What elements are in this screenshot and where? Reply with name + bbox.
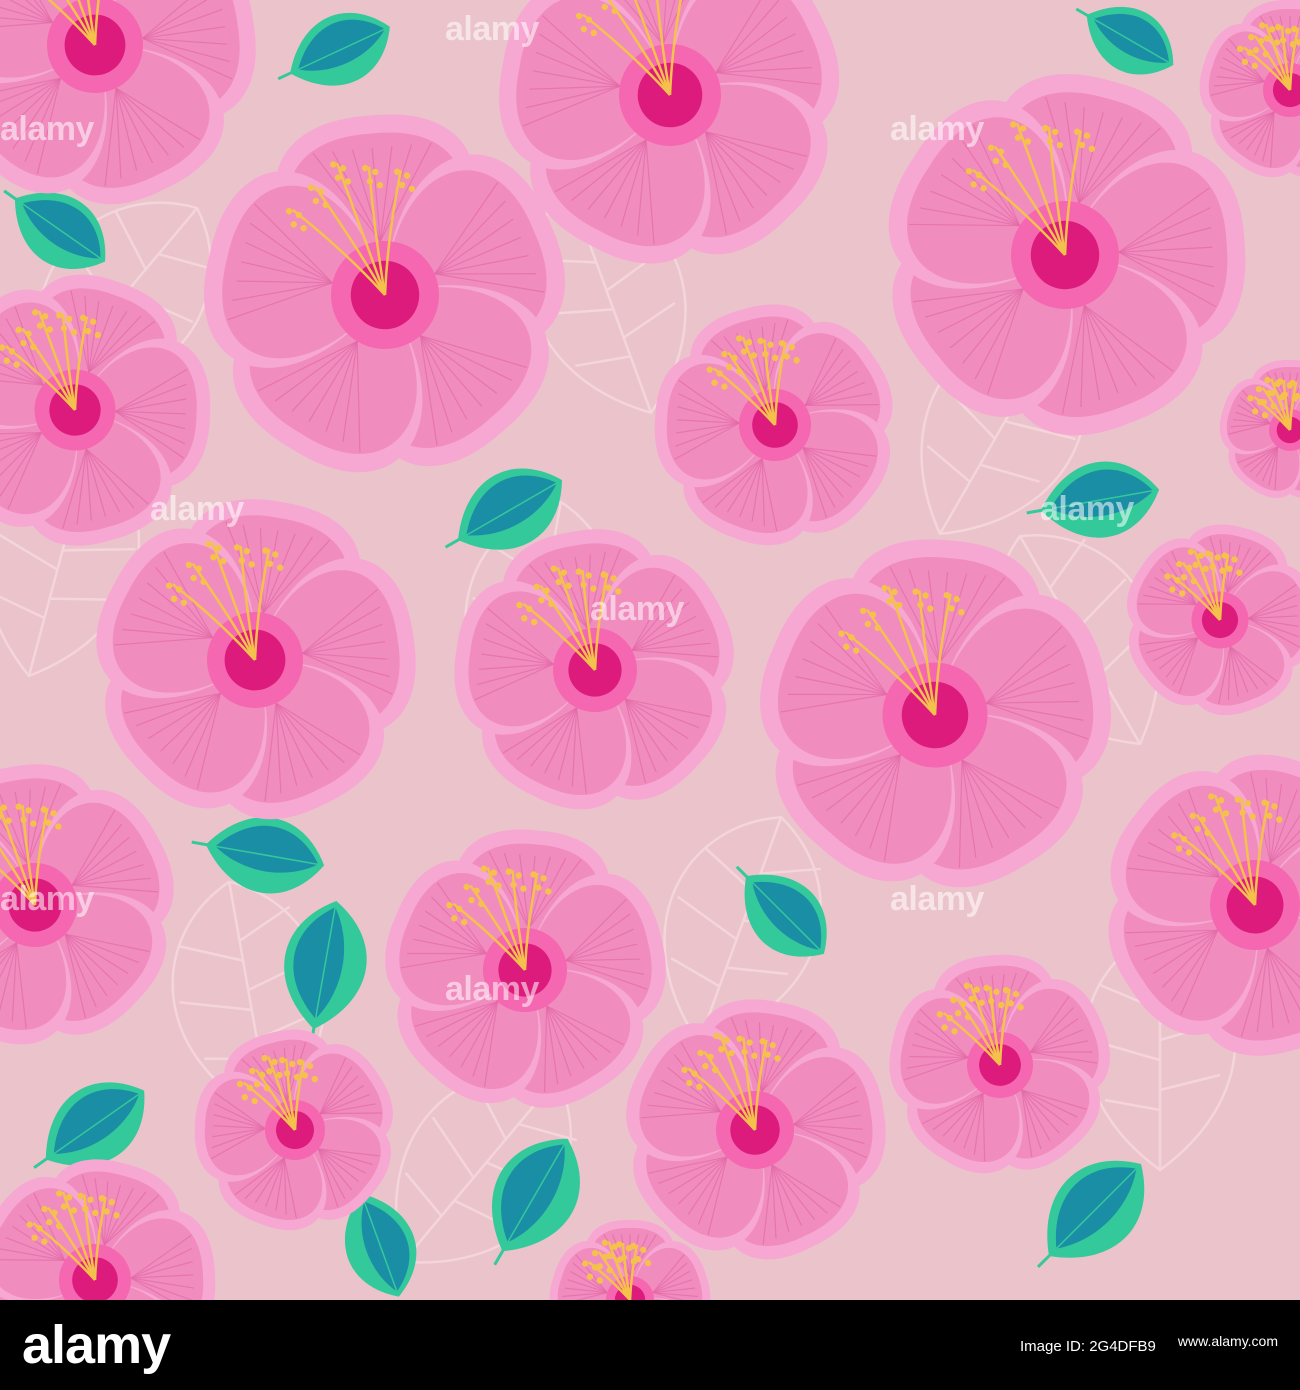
floral-pattern-artwork [0, 0, 1300, 1300]
image-id-label: Image ID: 2G4DFB9 [1020, 1338, 1156, 1355]
stock-footer-bar: alamy Image ID: 2G4DFB9 www.alamy.com [0, 1300, 1300, 1390]
site-url-link[interactable]: www.alamy.com [1178, 1333, 1278, 1349]
alamy-logo: alamy [22, 1315, 171, 1375]
hibiscus-pattern-svg [0, 0, 1300, 1300]
